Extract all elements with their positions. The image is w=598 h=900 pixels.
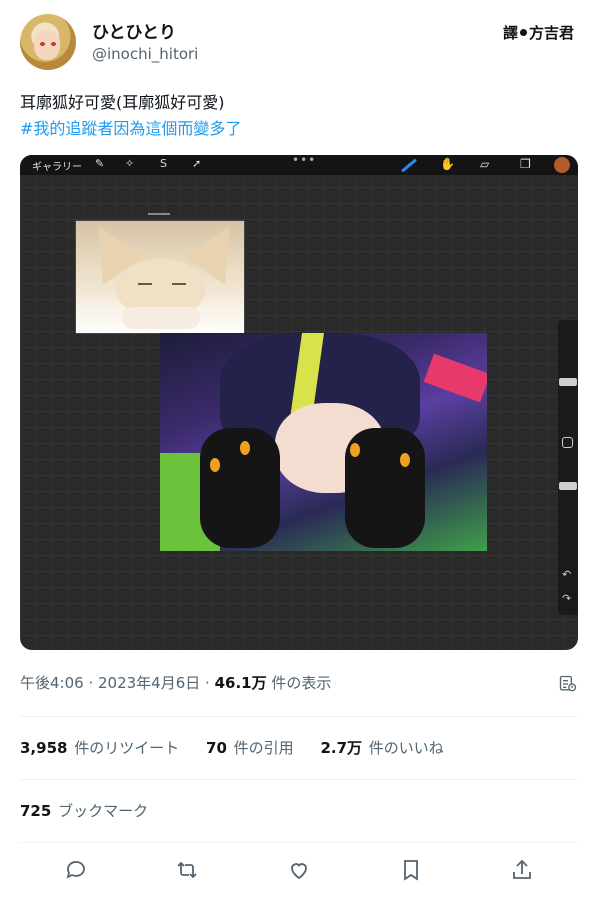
meta-separator: ·	[83, 674, 98, 692]
likes-count: 2.7万	[320, 739, 363, 757]
avatar[interactable]	[20, 14, 76, 70]
divider	[20, 779, 578, 780]
tweet-time[interactable]: 午後4:06	[20, 674, 84, 692]
art-pink-accent	[423, 353, 487, 403]
quotes-stat[interactable]: 70 件の引用	[206, 739, 294, 757]
tweet-meta: 午後4:06 · 2023年4月6日 · 46.1万 件の表示	[20, 672, 331, 693]
divider	[20, 842, 578, 843]
layers-icon: ❐	[520, 157, 531, 171]
likes-stat[interactable]: 2.7万 件のいいね	[320, 739, 443, 757]
quotes-count: 70	[206, 739, 227, 757]
views-count: 46.1万	[214, 674, 267, 692]
fox-paws	[122, 307, 200, 329]
stamp-left: 譯	[502, 24, 518, 42]
more-dots: •••	[292, 155, 317, 167]
tweet-date[interactable]: 2023年4月6日	[98, 674, 200, 692]
avatar-face	[34, 30, 60, 60]
magic-wand-icon: ✧	[125, 157, 135, 170]
analytics-icon[interactable]	[558, 674, 578, 694]
brush-size-slider	[559, 378, 577, 386]
bookmark-icon[interactable]	[399, 858, 427, 886]
procreate-sidebar: ↶ ↷	[558, 320, 578, 615]
art-glow	[350, 443, 360, 457]
fox-eye	[138, 283, 152, 285]
color-swatch	[554, 157, 570, 173]
retweets-stat[interactable]: 3,958 件のリツイート	[20, 739, 179, 757]
brush-icon	[401, 158, 417, 173]
artwork-canvas	[160, 333, 487, 551]
bookmarks-stat[interactable]: 725 ブックマーク	[20, 800, 148, 821]
likes-label: 件のいいね	[364, 739, 444, 757]
window-handle	[148, 213, 170, 215]
quotes-label: 件の引用	[228, 739, 294, 757]
views-label: 件の表示	[266, 674, 332, 692]
bookmarks-count: 725	[20, 802, 52, 820]
undo-icon: ↶	[562, 568, 572, 581]
action-bar	[20, 858, 578, 886]
divider	[20, 716, 578, 717]
tweet-line: 耳廓狐好可愛(耳廓狐好可愛)	[20, 93, 225, 112]
meta-separator: ·	[200, 674, 215, 692]
retweets-count: 3,958	[20, 739, 68, 757]
fox-eye	[172, 283, 186, 285]
bookmarks-label: ブックマーク	[53, 802, 149, 820]
gallery-button: ギャラリー	[32, 162, 82, 173]
eraser-icon: ▱	[480, 157, 490, 171]
avatar-eye	[40, 42, 45, 46]
art-glow	[400, 453, 410, 467]
retweet-icon[interactable]	[175, 858, 203, 886]
reference-fox-photo	[75, 220, 245, 334]
user-handle[interactable]: @inochi_hitori	[92, 45, 198, 63]
translator-stamp: 譯方吉君	[503, 22, 574, 43]
hashtag-link[interactable]: #我的追蹤者因為這個而變多了	[20, 116, 241, 142]
procreate-toolbar: ギャラリー ✎ ✧ S ➚ ••• ✋ ▱ ❐	[20, 155, 578, 175]
modify-button-icon	[562, 437, 573, 448]
redo-icon: ↷	[562, 592, 572, 605]
share-icon[interactable]	[510, 858, 538, 886]
tweet-text: 耳廓狐好可愛(耳廓狐好可愛) #我的追蹤者因為這個而變多了	[20, 90, 241, 142]
stamp-right: 方吉君	[528, 24, 574, 42]
engagement-stats: 3,958 件のリツイート 70 件の引用 2.7万 件のいいね	[20, 737, 466, 758]
art-glow	[210, 458, 220, 472]
selection-icon: S	[160, 157, 167, 170]
avatar-eye	[51, 42, 56, 46]
wrench-icon: ✎	[95, 157, 105, 170]
art-glow	[240, 441, 250, 455]
tweet-media[interactable]: ギャラリー ✎ ✧ S ➚ ••• ✋ ▱ ❐ ↶ ↷	[20, 155, 578, 650]
display-name[interactable]: ひとひとり	[92, 18, 176, 43]
tweet-header: ひとひとり @inochi_hitori 譯方吉君	[20, 14, 580, 74]
like-icon[interactable]	[287, 858, 315, 886]
stamp-dot	[519, 29, 527, 36]
reply-icon[interactable]	[64, 858, 92, 886]
smudge-icon: ✋	[440, 157, 455, 171]
opacity-slider	[559, 482, 577, 490]
retweets-label: 件のリツイート	[69, 739, 180, 757]
transform-icon: ➚	[192, 157, 202, 170]
